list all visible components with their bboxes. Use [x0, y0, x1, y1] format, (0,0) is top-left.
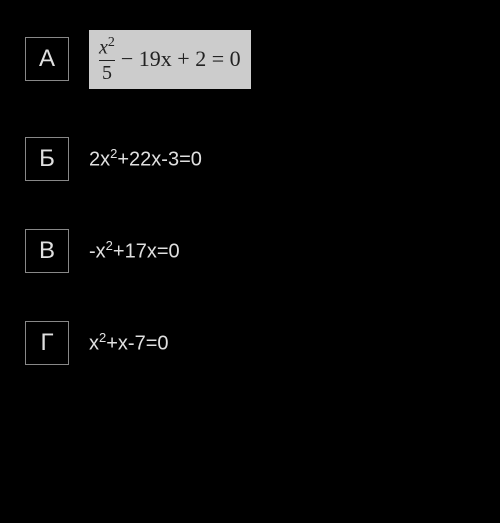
equation-a: x2 5 − 19x + 2 = 0: [89, 30, 251, 89]
option-label-a[interactable]: А: [25, 37, 69, 81]
option-v-row: В -x2+17x=0: [25, 229, 475, 273]
label-text: Г: [41, 329, 54, 357]
option-label-b[interactable]: Б: [25, 137, 69, 181]
label-text: Б: [39, 145, 55, 173]
equation-text: x2+x-7=0: [89, 330, 169, 356]
equation-b: 2x2+22x-3=0: [89, 146, 202, 172]
option-a-row: А x2 5 − 19x + 2 = 0: [25, 30, 475, 89]
option-g-row: Г x2+x-7=0: [25, 321, 475, 365]
denominator: 5: [102, 61, 112, 83]
equation-text: 2x2+22x-3=0: [89, 146, 202, 172]
label-text: А: [39, 45, 55, 73]
equation-text: -x2+17x=0: [89, 238, 180, 264]
option-b-row: Б 2x2+22x-3=0: [25, 137, 475, 181]
option-label-v[interactable]: В: [25, 229, 69, 273]
fraction: x2 5: [99, 36, 115, 83]
option-label-g[interactable]: Г: [25, 321, 69, 365]
label-text: В: [39, 237, 55, 265]
equation-rest: − 19x + 2 = 0: [121, 46, 241, 72]
numerator: x2: [99, 36, 115, 60]
equation-v: -x2+17x=0: [89, 238, 180, 264]
equation-g: x2+x-7=0: [89, 330, 169, 356]
